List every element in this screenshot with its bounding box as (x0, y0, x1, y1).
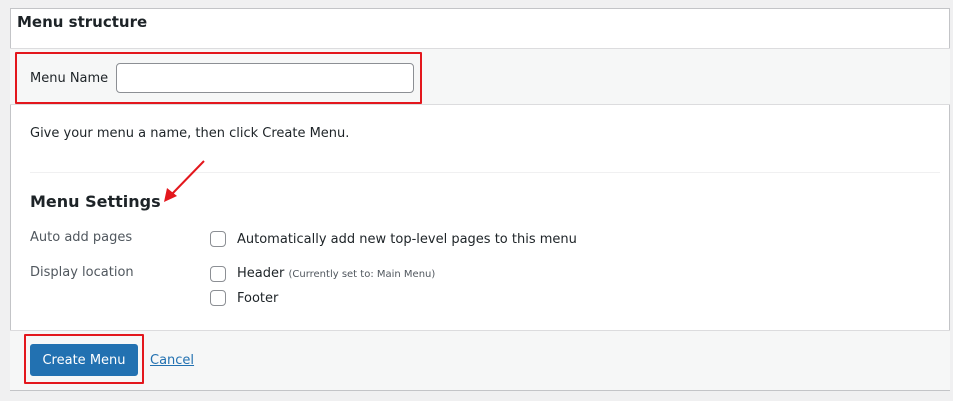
header-location-note: (Currently set to: Main Menu) (288, 269, 436, 280)
header-location-label: Header (237, 266, 285, 281)
annotation-arrow-icon (164, 160, 205, 202)
hint-text: Give your menu a name, then click Create… (30, 126, 350, 141)
panel-title: Menu structure (17, 13, 148, 31)
highlight-box-menu-name (15, 52, 422, 104)
display-location-label: Display location (30, 265, 134, 280)
footer-location-checkbox[interactable] (210, 290, 226, 306)
highlight-box-create-menu (24, 334, 144, 384)
footer-location-label: Footer (237, 291, 279, 306)
cancel-link[interactable]: Cancel (150, 353, 194, 368)
menu-settings-title: Menu Settings (30, 192, 161, 211)
header-location-option: Header (Currently set to: Main Menu) (237, 266, 435, 281)
auto-add-pages-label: Auto add pages (30, 230, 133, 245)
header-location-checkbox[interactable] (210, 266, 226, 282)
auto-add-pages-checkbox[interactable] (210, 231, 226, 247)
auto-add-pages-option: Automatically add new top-level pages to… (237, 232, 577, 247)
